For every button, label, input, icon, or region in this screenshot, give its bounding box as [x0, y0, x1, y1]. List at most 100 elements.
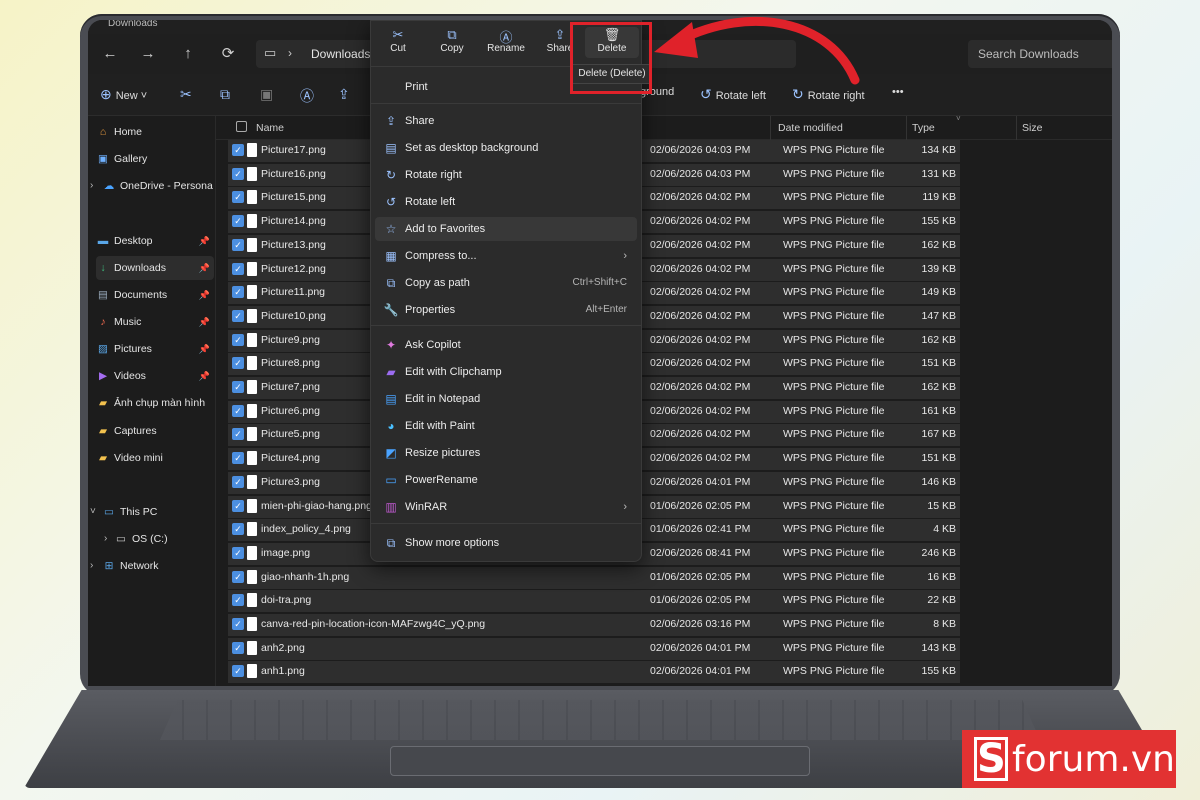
checkbox-checked-icon[interactable]: ✓: [232, 309, 244, 322]
chevron-down-icon[interactable]: ˅: [90, 506, 96, 517]
menu-item-paint[interactable]: ◕ Edit with Paint: [375, 414, 637, 438]
file-row[interactable]: ✓ giao-nhanh-1h.png 01/06/2026 02:05 PM WPS…: [228, 566, 960, 589]
sidebar-item-this-pc[interactable]: ▭ This PC: [102, 500, 220, 524]
checkbox-checked-icon[interactable]: ✓: [232, 570, 244, 583]
chevron-right-icon[interactable]: ›: [90, 560, 93, 571]
paste-toolbar-icon[interactable]: ▣: [260, 86, 277, 103]
checkbox-checked-icon[interactable]: ✓: [232, 262, 244, 275]
rename-button[interactable]: Ⓐ Rename: [479, 27, 533, 54]
menu-item-properties[interactable]: 🔧 Properties Alt+Enter: [375, 298, 637, 322]
menu-item-notepad[interactable]: ▤ Edit in Notepad: [375, 387, 637, 411]
checkbox-checked-icon[interactable]: ✓: [232, 191, 244, 204]
menu-item-add-to-favorites[interactable]: ☆ Add to Favorites: [375, 217, 637, 241]
file-icon: [247, 285, 257, 300]
menu-item-powerrename[interactable]: ▭ PowerRename: [375, 468, 637, 492]
back-arrow-icon[interactable]: ←: [98, 44, 122, 64]
sidebar-item-os-drive[interactable]: ▭ OS (C:): [114, 527, 214, 551]
chevron-right-icon[interactable]: ›: [104, 533, 107, 544]
column-name[interactable]: Name: [256, 122, 284, 134]
column-divider[interactable]: [906, 116, 907, 140]
new-button[interactable]: ⊕ New ˅: [100, 86, 147, 103]
copy-toolbar-icon[interactable]: ⧉: [220, 86, 234, 103]
menu-item-resize-pictures[interactable]: ◩ Resize pictures: [375, 441, 637, 465]
column-date[interactable]: Date modified: [778, 122, 843, 134]
copy-button[interactable]: ⧉ Copy: [425, 27, 479, 54]
sidebar-item-documents[interactable]: ▤ Documents 📌: [96, 283, 214, 307]
file-icon: [247, 593, 257, 608]
column-divider[interactable]: [770, 116, 771, 140]
column-size[interactable]: Size: [1022, 122, 1042, 134]
checkbox-checked-icon[interactable]: ✓: [232, 404, 244, 417]
file-row[interactable]: ✓ anh1.png 02/06/2026 04:01 PM WPS PNG Pict…: [228, 661, 960, 684]
sidebar-item-video-mini[interactable]: ▰ Video mini: [96, 446, 214, 470]
checkbox-checked-icon[interactable]: ✓: [232, 523, 244, 536]
checkbox-checked-icon[interactable]: ✓: [232, 144, 244, 156]
menu-item-ask-copilot[interactable]: ✦ Ask Copilot: [375, 333, 637, 357]
checkbox-checked-icon[interactable]: ✓: [232, 475, 244, 488]
checkbox-checked-icon[interactable]: ✓: [232, 428, 244, 441]
sidebar-item-desktop[interactable]: ▬ Desktop 📌: [96, 229, 214, 253]
menu-item-rotate-right[interactable]: ↻ Rotate right: [375, 163, 637, 187]
menu-item-show-more-options[interactable]: ⧉ Show more options: [375, 531, 637, 555]
checkbox-checked-icon[interactable]: ✓: [232, 546, 244, 559]
file-type: WPS PNG Picture file: [783, 546, 885, 559]
cut-toolbar-icon[interactable]: ✂: [180, 86, 196, 103]
select-all-checkbox[interactable]: [236, 121, 247, 132]
sidebar-item-downloads[interactable]: ↓ Downloads 📌: [96, 256, 214, 280]
menu-item-winrar[interactable]: ▥ WinRAR ›: [375, 495, 637, 519]
checkbox-checked-icon[interactable]: ✓: [232, 641, 244, 654]
sidebar-item-music[interactable]: ♪ Music 📌: [96, 310, 214, 334]
resize-icon: ◩: [385, 446, 397, 460]
menu-item-clipchamp[interactable]: ▰ Edit with Clipchamp: [375, 360, 637, 384]
search-input[interactable]: Search Downloads: [968, 40, 1112, 68]
column-type[interactable]: Type: [912, 122, 935, 134]
sidebar-item-gallery[interactable]: ▣ Gallery: [96, 147, 214, 171]
share-toolbar-icon[interactable]: ⇪: [338, 86, 354, 103]
checkbox-checked-icon[interactable]: ✓: [232, 215, 244, 228]
pin-icon: 📌: [198, 263, 210, 273]
checkbox-checked-icon[interactable]: ✓: [232, 238, 244, 251]
checkbox-checked-icon[interactable]: ✓: [232, 618, 244, 630]
file-size: 151 KB: [921, 452, 956, 465]
breadcrumb[interactable]: Downloads: [311, 47, 370, 61]
menu-item-set-desktop-background[interactable]: ▤ Set as desktop background: [375, 136, 637, 160]
file-name: image.png: [261, 546, 311, 559]
sidebar-item-network[interactable]: ⊞ Network: [102, 554, 220, 578]
checkbox-checked-icon[interactable]: ✓: [232, 286, 244, 299]
sidebar-item-onedrive[interactable]: ☁ OneDrive - Persona: [102, 174, 220, 198]
file-type: WPS PNG Picture file: [783, 309, 885, 322]
sidebar-item-pictures[interactable]: ▨ Pictures 📌: [96, 337, 214, 361]
checkbox-checked-icon[interactable]: ✓: [232, 452, 244, 465]
more-options-button[interactable]: •••: [892, 86, 904, 98]
file-name: canva-red-pin-location-icon-MAFzwg4C_yQ.…: [261, 618, 486, 630]
file-size: 155 KB: [921, 665, 956, 678]
file-row[interactable]: ✓ canva-red-pin-location-icon-MAFzwg4C_yQ…: [228, 614, 960, 636]
menu-item-rotate-left[interactable]: ↺ Rotate left: [375, 190, 637, 214]
menu-item-copy-as-path[interactable]: ⧉ Copy as path Ctrl+Shift+C: [375, 271, 637, 295]
checkbox-checked-icon[interactable]: ✓: [232, 357, 244, 370]
checkbox-checked-icon[interactable]: ✓: [232, 333, 244, 346]
forward-arrow-icon[interactable]: →: [136, 44, 160, 64]
menu-item-compress[interactable]: ▦ Compress to... ›: [375, 244, 637, 268]
checkbox-checked-icon[interactable]: ✓: [232, 665, 244, 678]
sidebar-item-captures[interactable]: ▰ Captures: [96, 419, 214, 443]
file-row[interactable]: ✓ doi-tra.png 01/06/2026 02:05 PM WPS PNG P…: [228, 590, 960, 613]
checkbox-checked-icon[interactable]: ✓: [232, 167, 244, 180]
menu-item-share[interactable]: ⇪ Share: [375, 109, 637, 133]
chevron-right-icon[interactable]: ›: [90, 180, 93, 191]
checkbox-checked-icon[interactable]: ✓: [232, 594, 244, 607]
sidebar-item-screenshots[interactable]: ▰ Ảnh chụp màn hình: [96, 391, 214, 415]
checkbox-checked-icon[interactable]: ✓: [232, 381, 244, 393]
rename-toolbar-icon[interactable]: Ⓐ: [300, 86, 318, 106]
sidebar-item-home[interactable]: ⌂ Home: [96, 120, 214, 144]
menu-label: Copy as path: [405, 277, 470, 289]
file-row[interactable]: ✓ anh2.png 02/06/2026 04:01 PM WPS PNG Pict…: [228, 637, 960, 660]
refresh-icon[interactable]: ⟳: [216, 44, 240, 64]
window-tab[interactable]: Downloads: [108, 20, 157, 29]
column-divider[interactable]: [1016, 116, 1017, 140]
sidebar-item-videos[interactable]: ▶ Videos 📌: [96, 364, 214, 388]
checkbox-checked-icon[interactable]: ✓: [232, 499, 244, 512]
file-date: 02/06/2026 04:02 PM: [650, 286, 751, 299]
cut-button[interactable]: ✂ Cut: [371, 27, 425, 54]
up-arrow-icon[interactable]: ↑: [176, 44, 200, 64]
